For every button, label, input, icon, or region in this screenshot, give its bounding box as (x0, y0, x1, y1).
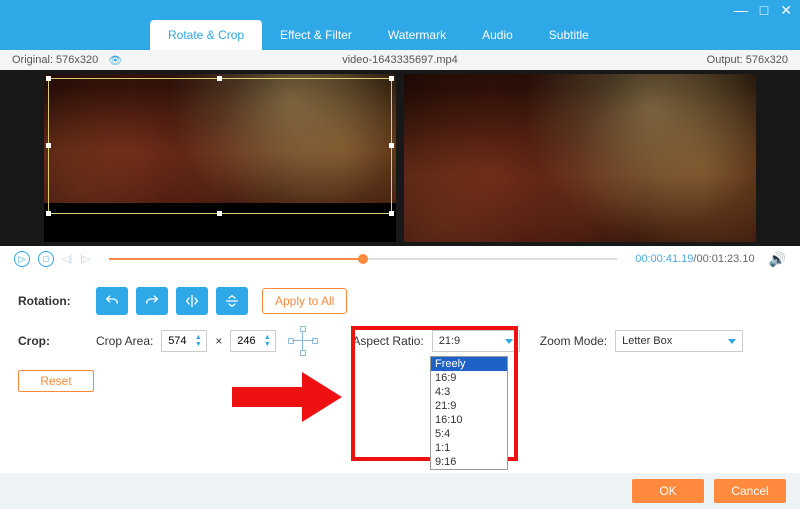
filename-label: video-1643335697.mp4 (342, 54, 458, 66)
times-symbol: × (215, 334, 222, 348)
crop-width-input[interactable]: ▲▼ (161, 330, 207, 352)
aspect-option-16-10[interactable]: 16:10 (431, 413, 507, 427)
volume-icon[interactable]: 🔊 (769, 251, 786, 268)
aspect-option-freely[interactable]: Freely (431, 357, 507, 371)
aspect-option-16-9[interactable]: 16:9 (431, 371, 507, 385)
tab-effect-filter[interactable]: Effect & Filter (262, 20, 370, 50)
rotate-right-button[interactable] (136, 287, 168, 315)
preview-area (0, 70, 800, 246)
aspect-option-4-3[interactable]: 4:3 (431, 385, 507, 399)
playback-controls: ▷ □ ◁| |▷ 00:00:41.19/00:01:23.10 🔊 (0, 246, 800, 272)
tab-watermark[interactable]: Watermark (370, 20, 464, 50)
crop-rectangle[interactable] (48, 78, 392, 214)
crop-height-input[interactable]: ▲▼ (230, 330, 276, 352)
rotate-left-button[interactable] (96, 287, 128, 315)
cancel-button[interactable]: Cancel (714, 479, 786, 503)
time-display: 00:00:41.19/00:01:23.10 (635, 253, 754, 265)
crop-area-label: Crop Area: (96, 334, 153, 348)
output-dimensions: Output: 576x320 (707, 54, 788, 66)
tab-rotate-crop[interactable]: Rotate & Crop (150, 20, 262, 50)
seek-progress (109, 258, 363, 260)
original-pane[interactable] (44, 74, 396, 242)
height-up[interactable]: ▲ (261, 334, 273, 341)
aspect-option-9-16[interactable]: 9:16 (431, 455, 507, 469)
crop-handle-tr[interactable] (389, 76, 394, 81)
height-down[interactable]: ▼ (261, 341, 273, 348)
crop-handle-mr[interactable] (389, 143, 394, 148)
minimize-button[interactable]: — (734, 2, 748, 18)
original-dimensions: Original: 576x320 (12, 54, 98, 66)
rotation-label: Rotation: (18, 294, 88, 308)
crop-handle-tm[interactable] (217, 76, 222, 81)
zoom-mode-select[interactable]: Letter Box (615, 330, 743, 352)
position-control[interactable] (290, 328, 316, 354)
stop-button[interactable]: □ (38, 251, 54, 267)
seek-track[interactable] (109, 258, 618, 260)
caret-down-icon (728, 339, 736, 344)
zoom-mode-label: Zoom Mode: (540, 334, 607, 348)
flip-vertical-button[interactable] (216, 287, 248, 315)
caret-down-icon (505, 339, 513, 344)
ok-button[interactable]: OK (632, 479, 704, 503)
next-frame-button[interactable]: |▷ (80, 254, 90, 265)
aspect-option-21-9[interactable]: 21:9 (431, 399, 507, 413)
close-button[interactable]: ✕ (780, 2, 792, 19)
crop-handle-bl[interactable] (46, 211, 51, 216)
aspect-option-1-1[interactable]: 1:1 (431, 441, 507, 455)
output-pane (404, 74, 756, 242)
arrow-annotation (232, 372, 342, 422)
aspect-ratio-label: Aspect Ratio: (352, 334, 423, 348)
info-bar: Original: 576x320 👁 video-1643335697.mp4… (0, 50, 800, 70)
titlebar: — □ ✕ (0, 0, 800, 20)
tab-subtitle[interactable]: Subtitle (531, 20, 607, 50)
aspect-ratio-select[interactable]: 21:9 (432, 330, 520, 352)
tab-bar: Rotate & Crop Effect & Filter Watermark … (0, 20, 800, 50)
crop-label: Crop: (18, 334, 88, 348)
tab-audio[interactable]: Audio (464, 20, 531, 50)
play-button[interactable]: ▷ (14, 251, 30, 267)
aspect-option-5-4[interactable]: 5:4 (431, 427, 507, 441)
flip-horizontal-button[interactable] (176, 287, 208, 315)
width-up[interactable]: ▲ (192, 334, 204, 341)
aspect-ratio-dropdown[interactable]: Freely 16:9 4:3 21:9 16:10 5:4 1:1 9:16 (430, 356, 508, 470)
reset-button[interactable]: Reset (18, 370, 94, 392)
crop-handle-ml[interactable] (46, 143, 51, 148)
crop-handle-bm[interactable] (217, 211, 222, 216)
width-down[interactable]: ▼ (192, 341, 204, 348)
crop-handle-tl[interactable] (46, 76, 51, 81)
apply-to-all-button[interactable]: Apply to All (262, 288, 347, 314)
crop-handle-br[interactable] (389, 211, 394, 216)
maximize-button[interactable]: □ (760, 2, 768, 18)
prev-frame-button[interactable]: ◁| (62, 254, 72, 265)
seek-thumb[interactable] (358, 254, 368, 264)
footer: OK Cancel (0, 473, 800, 509)
eye-icon[interactable]: 👁 (108, 54, 122, 67)
settings-panel: Rotation: Apply to All Crop: Crop Area: … (0, 272, 800, 414)
